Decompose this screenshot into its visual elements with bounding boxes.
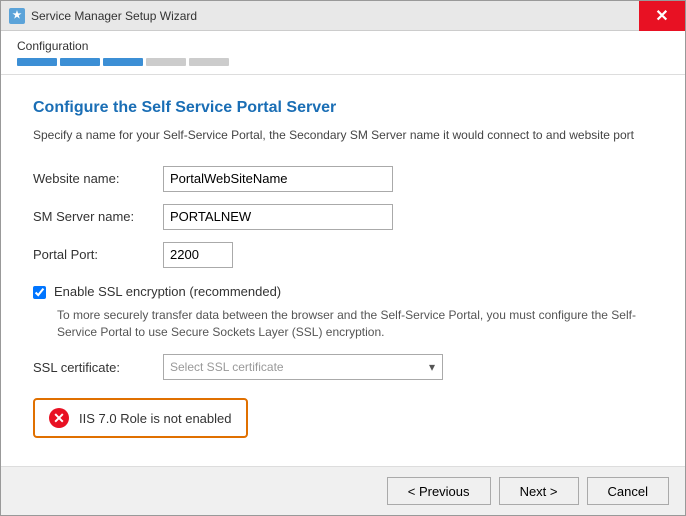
wizard-window: ★ Service Manager Setup Wizard ✕ Configu… (0, 0, 686, 516)
progress-step-3 (103, 58, 143, 66)
portal-port-input[interactable] (163, 242, 233, 268)
progress-step-1 (17, 58, 57, 66)
ssl-checkbox-label: Enable SSL encryption (recommended) (54, 284, 281, 299)
cancel-button[interactable]: Cancel (587, 477, 669, 505)
progress-steps (17, 58, 669, 66)
ssl-select-wrapper: Select SSL certificate (163, 354, 443, 380)
website-name-input[interactable] (163, 166, 393, 192)
next-button[interactable]: Next > (499, 477, 579, 505)
title-bar: ★ Service Manager Setup Wizard ✕ (1, 1, 685, 31)
progress-step-4 (146, 58, 186, 66)
ssl-cert-select[interactable]: Select SSL certificate (163, 354, 443, 380)
website-name-label: Website name: (33, 171, 163, 186)
portal-port-label: Portal Port: (33, 247, 163, 262)
error-text: IIS 7.0 Role is not enabled (79, 411, 232, 426)
error-icon: ✕ (49, 408, 69, 428)
wizard-body: Configuration Configure the Self Service… (1, 31, 685, 515)
content-area: Configure the Self Service Portal Server… (1, 75, 685, 466)
progress-area: Configuration (1, 31, 685, 75)
progress-label: Configuration (17, 39, 669, 53)
ssl-description: To more securely transfer data between t… (57, 307, 653, 341)
section-description: Specify a name for your Self-Service Por… (33, 127, 653, 144)
sm-server-label: SM Server name: (33, 209, 163, 224)
sm-server-row: SM Server name: (33, 204, 653, 230)
previous-button[interactable]: < Previous (387, 477, 491, 505)
progress-step-5 (189, 58, 229, 66)
error-box: ✕ IIS 7.0 Role is not enabled (33, 398, 248, 438)
ssl-checkbox[interactable] (33, 286, 46, 299)
close-button[interactable]: ✕ (639, 1, 685, 31)
ssl-cert-row: SSL certificate: Select SSL certificate (33, 354, 653, 380)
ssl-cert-label: SSL certificate: (33, 360, 163, 375)
window-icon: ★ (9, 8, 25, 24)
website-name-row: Website name: (33, 166, 653, 192)
progress-step-2 (60, 58, 100, 66)
window-title: Service Manager Setup Wizard (31, 9, 197, 23)
ssl-checkbox-row: Enable SSL encryption (recommended) (33, 284, 653, 299)
portal-port-row: Portal Port: (33, 242, 653, 268)
sm-server-input[interactable] (163, 204, 393, 230)
footer: < Previous Next > Cancel (1, 466, 685, 515)
section-title: Configure the Self Service Portal Server (33, 99, 653, 117)
